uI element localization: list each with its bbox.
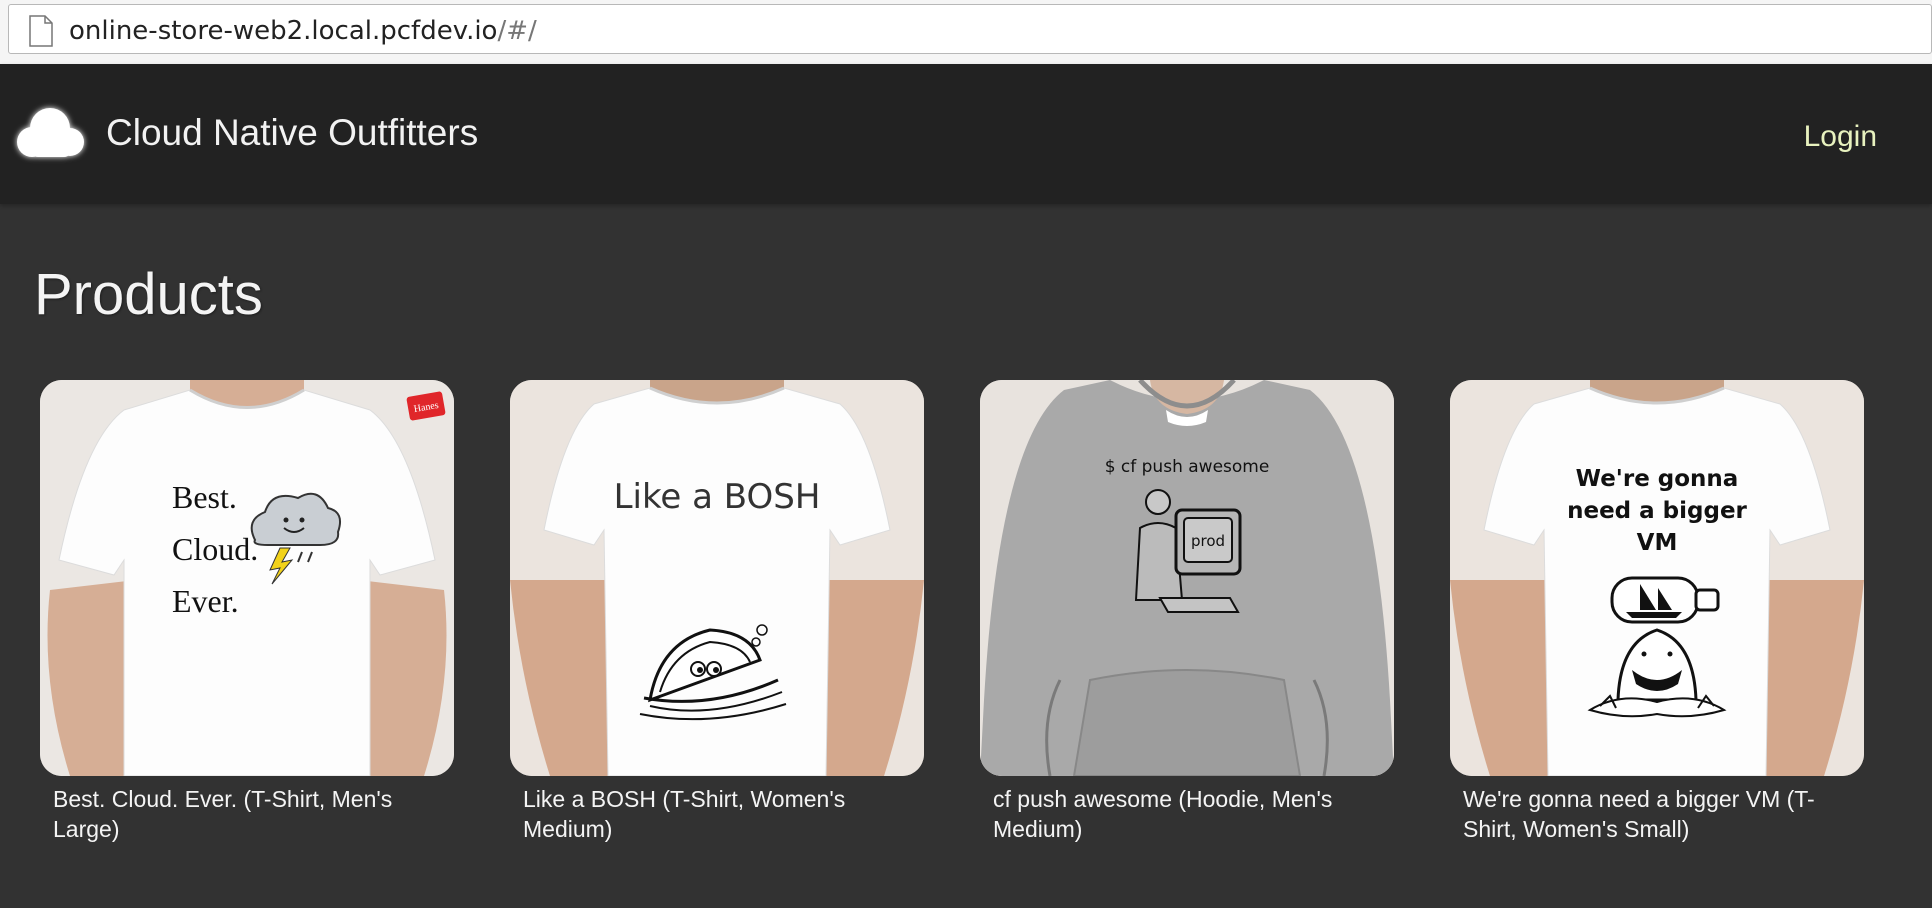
product-card[interactable]: We're gonna need a bigger VM We're gonna…	[1450, 380, 1864, 844]
url-text: online-store-web2.local.pcfdev.io/#/	[69, 16, 537, 46]
print-line-3: Ever.	[172, 583, 239, 619]
url-fragment: /#/	[497, 16, 537, 46]
page-icon	[29, 15, 53, 47]
browser-address-bar: online-store-web2.local.pcfdev.io/#/	[0, 0, 1932, 65]
product-image[interactable]: Hanes Best. Cloud. Ever.	[40, 380, 454, 776]
print-line-2: need a bigger	[1567, 498, 1747, 524]
print-line-3: VM	[1637, 530, 1678, 556]
product-image[interactable]: Like a BOSH	[510, 380, 924, 776]
print-line-1: Like a BOSH	[614, 477, 821, 517]
screen-text: prod	[1191, 532, 1225, 550]
product-name[interactable]: We're gonna need a bigger VM (T-Shirt, W…	[1450, 784, 1864, 844]
product-card[interactable]: Like a BOSH Like a BOSH (T-Shirt, Women'…	[510, 380, 924, 844]
navbar: Cloud Native Outfitters Login	[0, 64, 1932, 204]
product-card[interactable]: $ cf push awesome prod cf push awesome (…	[980, 380, 1394, 844]
product-grid: Hanes Best. Cloud. Ever. Best. Cloud. Ev…	[40, 380, 1910, 880]
product-image[interactable]: We're gonna need a bigger VM	[1450, 380, 1864, 776]
print-line-1: $ cf push awesome	[1105, 457, 1270, 477]
print-line-2: Cloud.	[172, 531, 258, 567]
url-host: online-store-web2.local.pcfdev.io	[69, 16, 498, 46]
product-name[interactable]: cf push awesome (Hoodie, Men's Medium)	[980, 784, 1394, 844]
product-image[interactable]: $ cf push awesome prod	[980, 380, 1394, 776]
product-card[interactable]: Hanes Best. Cloud. Ever. Best. Cloud. Ev…	[40, 380, 454, 844]
login-link[interactable]: Login	[1804, 117, 1877, 157]
url-field[interactable]: online-store-web2.local.pcfdev.io/#/	[8, 4, 1932, 54]
cloud-icon[interactable]	[10, 94, 90, 174]
product-name[interactable]: Like a BOSH (T-Shirt, Women's Medium)	[510, 784, 924, 844]
print-line-1: Best.	[172, 479, 237, 515]
page-title: Products	[34, 262, 263, 327]
brand-link[interactable]: Cloud Native Outfitters	[106, 108, 478, 158]
print-line-1: We're gonna	[1576, 466, 1739, 492]
product-name[interactable]: Best. Cloud. Ever. (T-Shirt, Men's Large…	[40, 784, 454, 844]
